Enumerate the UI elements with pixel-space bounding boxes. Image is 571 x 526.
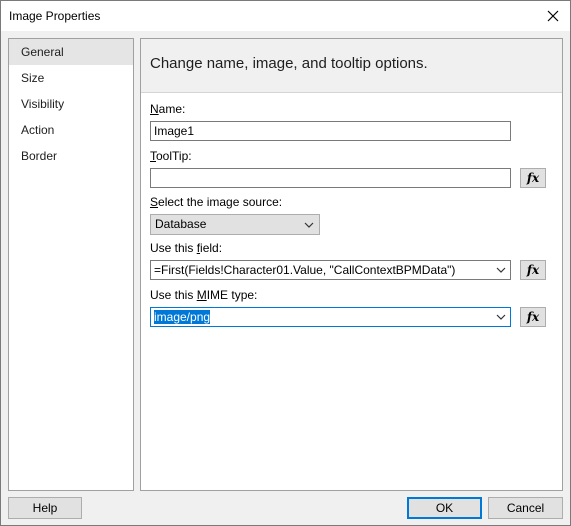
tooltip-input[interactable] (150, 168, 511, 188)
sidebar-item-size[interactable]: Size (9, 65, 133, 91)
sidebar-nav: General Size Visibility Action Border (8, 38, 134, 491)
sidebar-item-visibility[interactable]: Visibility (9, 91, 133, 117)
name-input[interactable]: Image1 (150, 121, 511, 141)
tooltip-expression-button[interactable]: fx (520, 168, 546, 188)
sidebar-item-action[interactable]: Action (9, 117, 133, 143)
image-source-label: Select the image source: (150, 195, 283, 209)
close-icon (547, 10, 559, 22)
sidebar-item-general[interactable]: General (9, 39, 133, 65)
tooltip-label: ToolTip: (150, 149, 192, 163)
field-expression-button[interactable]: fx (520, 260, 546, 280)
chevron-down-icon[interactable] (495, 308, 507, 326)
ok-button[interactable]: OK (407, 497, 482, 519)
image-source-select[interactable]: Database (150, 214, 320, 235)
field-value: =First(Fields!Character01.Value, "CallCo… (154, 263, 456, 277)
general-panel: Change name, image, and tooltip options.… (140, 38, 563, 491)
help-button[interactable]: Help (8, 497, 82, 519)
sidebar-item-border[interactable]: Border (9, 143, 133, 169)
field-combo[interactable]: =First(Fields!Character01.Value, "CallCo… (150, 260, 511, 280)
cancel-button[interactable]: Cancel (488, 497, 563, 519)
chevron-down-icon[interactable] (495, 261, 507, 279)
mime-type-combo[interactable]: image/png (150, 307, 511, 327)
name-label: Name: (150, 102, 186, 116)
mime-type-value: image/png (154, 310, 211, 324)
field-label: Use this field: (150, 241, 223, 255)
panel-heading: Change name, image, and tooltip options. (150, 55, 428, 72)
image-source-value: Database (155, 217, 207, 231)
mime-expression-button[interactable]: fx (520, 307, 546, 327)
window-title: Image Properties (9, 9, 101, 23)
title-bar: Image Properties (1, 1, 570, 31)
mime-label: Use this MIME type: (150, 288, 258, 302)
close-button[interactable] (542, 5, 564, 27)
chevron-down-icon (303, 215, 315, 234)
image-properties-dialog: Image Properties General Size Visibility… (0, 0, 571, 526)
panel-header: Change name, image, and tooltip options. (141, 39, 562, 93)
